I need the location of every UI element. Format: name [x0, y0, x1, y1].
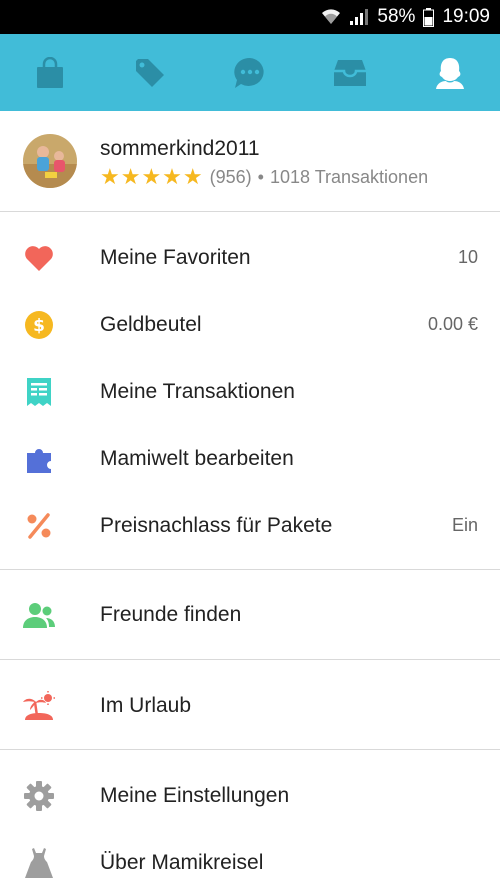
menu-group-main: Meine Favoriten 10 $ Geldbeutel 0.00 € M…: [0, 224, 500, 559]
bundle-discount-status: Ein: [451, 515, 478, 535]
menu-item-about[interactable]: Über Mamikreisel: [0, 829, 500, 889]
divider: [0, 569, 500, 570]
menu-item-find-friends[interactable]: Freunde finden: [0, 581, 500, 648]
tab-sell[interactable]: [100, 34, 200, 111]
profile-icon: [433, 56, 467, 90]
tab-profile[interactable]: [400, 34, 500, 111]
tab-shop[interactable]: [0, 34, 100, 111]
menu-item-bundle-discount[interactable]: Preisnachlass für Pakete Ein: [0, 492, 500, 559]
menu-item-label: Meine Favoriten: [100, 245, 251, 269]
signal-icon: [349, 8, 369, 26]
vacation-island-icon: [22, 689, 56, 723]
menu-item-label: Meine Transaktionen: [100, 379, 295, 403]
rating-line: ★★★★★ (956) • 1018 Transaktionen: [100, 164, 428, 190]
menu-group-app: Meine Einstellungen Über Mamikreisel: [0, 762, 500, 889]
menu-item-transactions[interactable]: Meine Transaktionen: [0, 358, 500, 425]
chat-bubble-icon: [233, 56, 267, 90]
battery-icon: [423, 7, 435, 27]
svg-text:$: $: [33, 316, 45, 336]
tab-messages[interactable]: [200, 34, 300, 111]
username: sommerkind2011: [100, 137, 260, 160]
wifi-icon: [321, 8, 341, 26]
percent-icon: [22, 509, 56, 543]
receipt-icon: [22, 375, 56, 409]
gear-icon: [22, 779, 56, 813]
rating-stars: ★★★★★: [100, 164, 204, 189]
tab-inbox[interactable]: [300, 34, 400, 111]
menu-item-label: Preisnachlass für Pakete: [100, 513, 333, 537]
friends-icon: [22, 598, 56, 632]
menu-item-vacation[interactable]: Im Urlaub: [0, 672, 500, 739]
transaction-count: 1018 Transaktionen: [269, 167, 429, 187]
rating-separator: •: [257, 167, 264, 187]
profile-header[interactable]: sommerkind2011 ★★★★★ (956) • 1018 Transa…: [0, 111, 500, 212]
divider: [0, 659, 500, 660]
menu-group-vacation: Im Urlaub: [0, 672, 500, 739]
menu-group-social: Freunde finden: [0, 581, 500, 648]
divider: [0, 749, 500, 750]
menu-item-wallet[interactable]: $ Geldbeutel 0.00 €: [0, 291, 500, 358]
battery-percent: 58%: [377, 6, 416, 27]
avatar[interactable]: [23, 134, 77, 188]
menu-item-label: Mamiwelt bearbeiten: [100, 446, 294, 470]
menu-item-mamiwelt[interactable]: Mamiwelt bearbeiten: [0, 425, 500, 492]
menu-item-settings[interactable]: Meine Einstellungen: [0, 762, 500, 829]
menu-item-label: Im Urlaub: [100, 693, 192, 717]
heart-icon: [22, 241, 56, 275]
puzzle-icon: [22, 442, 56, 476]
wallet-balance: 0.00 €: [427, 314, 478, 334]
menu-item-label: Geldbeutel: [100, 312, 202, 336]
price-tag-icon: [134, 57, 166, 89]
top-tab-bar: [0, 34, 500, 111]
shopping-bag-icon: [35, 56, 65, 89]
menu-item-label: Über Mamikreisel: [100, 850, 264, 874]
favorites-count: 10: [457, 247, 478, 267]
rating-count: (956): [209, 167, 252, 187]
menu-item-favorites[interactable]: Meine Favoriten 10: [0, 224, 500, 291]
clock: 19:09: [442, 6, 490, 27]
coin-icon: $: [22, 308, 56, 342]
inbox-tray-icon: [333, 58, 367, 88]
menu-item-label: Meine Einstellungen: [100, 783, 290, 807]
menu-item-label: Freunde finden: [100, 602, 242, 626]
status-bar: 58% 19:09: [0, 0, 500, 34]
dress-icon: [22, 846, 56, 880]
